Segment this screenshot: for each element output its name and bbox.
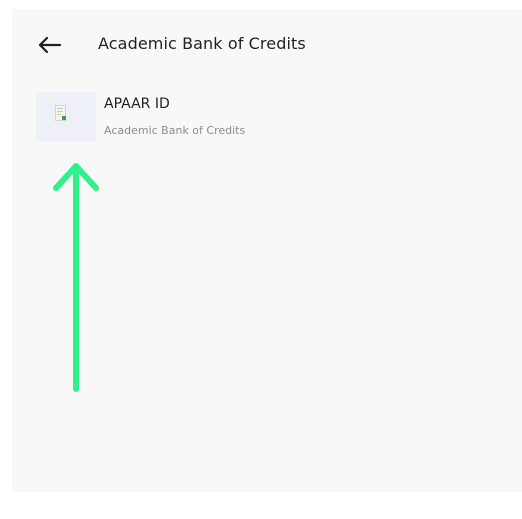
app-screen: Academic Bank of Credits APAAR ID Academ… xyxy=(12,9,522,492)
document-thumbnail xyxy=(36,92,96,141)
document-list-item[interactable]: APAAR ID Academic Bank of Credits xyxy=(36,89,496,145)
arrow-left-icon xyxy=(38,36,62,54)
document-icon xyxy=(55,105,66,121)
document-title: APAAR ID xyxy=(104,96,170,112)
back-button[interactable] xyxy=(36,33,62,57)
document-subtitle: Academic Bank of Credits xyxy=(104,124,246,137)
header-bar: Academic Bank of Credits xyxy=(12,9,522,83)
page-title: Academic Bank of Credits xyxy=(98,34,306,53)
